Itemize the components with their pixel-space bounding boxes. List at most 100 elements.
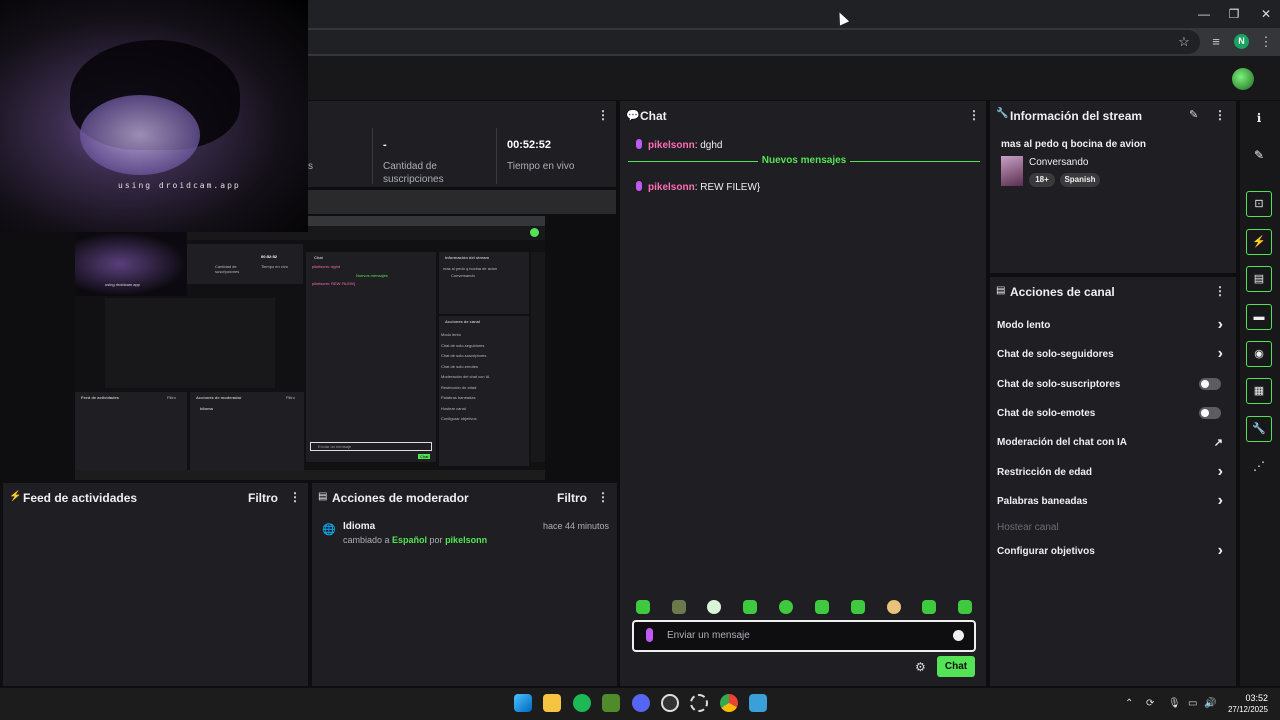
lightning-icon[interactable]: ⚡ bbox=[1246, 229, 1272, 255]
channel-action-label: Modo lento bbox=[997, 320, 1051, 331]
category-boxart[interactable] bbox=[1001, 156, 1023, 186]
browser-menu-icon[interactable]: ⋮ bbox=[1258, 34, 1274, 50]
profile-avatar[interactable]: N bbox=[1234, 34, 1249, 49]
chat-username[interactable]: pikelsonn bbox=[648, 182, 695, 193]
channel-action-row[interactable]: Chat de solo-suscriptores bbox=[997, 377, 1229, 395]
chat-settings-icon[interactable]: ⚙ bbox=[915, 660, 926, 674]
pencil-icon[interactable]: ✎ bbox=[1246, 142, 1272, 168]
chat-icon[interactable]: ▬ bbox=[1246, 304, 1272, 330]
toggle-switch[interactable] bbox=[1199, 407, 1221, 419]
info-icon[interactable]: ℹ bbox=[1246, 105, 1272, 131]
chat-username[interactable]: pikelsonn bbox=[648, 140, 695, 151]
emote-icon[interactable] bbox=[636, 600, 650, 614]
chat-bubble-icon: 💬 bbox=[626, 110, 640, 122]
emote-icon[interactable] bbox=[672, 600, 686, 614]
channel-action-row[interactable]: Modo lento › bbox=[997, 316, 1229, 336]
chevron-right-icon[interactable]: › bbox=[1218, 463, 1223, 481]
obs-icon[interactable] bbox=[690, 694, 708, 712]
activity-filter-button[interactable]: Filtro bbox=[248, 491, 278, 505]
external-link-icon[interactable]: ↗ bbox=[1214, 436, 1223, 449]
media-control-icon[interactable]: ≡ bbox=[1208, 34, 1224, 50]
activity-feed-panel bbox=[3, 483, 308, 686]
app-icon[interactable] bbox=[661, 694, 679, 712]
emoji-picker-icon[interactable] bbox=[953, 630, 964, 641]
chat-input-placeholder[interactable]: Enviar un mensaje bbox=[667, 630, 750, 641]
new-messages-line-left bbox=[628, 161, 758, 162]
chevron-right-icon[interactable]: › bbox=[1218, 492, 1223, 510]
channel-action-row[interactable]: Palabras baneadas › bbox=[997, 492, 1229, 512]
channel-action-row[interactable]: Moderación del chat con IA ↗ bbox=[997, 435, 1229, 453]
file-explorer-icon[interactable] bbox=[543, 694, 561, 712]
mic-badge-icon bbox=[636, 180, 642, 191]
mini-actions: Acciones de canal Modo lento Chat de solo… bbox=[439, 316, 529, 466]
mod-more-icon[interactable]: ⋮ bbox=[597, 490, 609, 504]
emote-icon[interactable] bbox=[743, 600, 757, 614]
channel-action-row[interactable]: Chat de solo-emotes bbox=[997, 406, 1229, 424]
channel-action-row[interactable]: Configurar objetivos › bbox=[997, 542, 1229, 562]
bolt-icon: ⚡ bbox=[9, 491, 22, 502]
stat-label-fragment: s bbox=[308, 161, 313, 172]
chat-text: : REW FILEW} bbox=[694, 182, 761, 193]
windows-start-icon[interactable] bbox=[514, 694, 532, 712]
restore-button[interactable]: ❐ bbox=[1226, 6, 1242, 22]
minecraft-icon[interactable] bbox=[602, 694, 620, 712]
send-chat-button[interactable]: Chat bbox=[937, 656, 975, 677]
mod-entry-detail: cambiado a Español por pikelsonn bbox=[343, 535, 487, 545]
mod-filter-button[interactable]: Filtro bbox=[557, 491, 587, 505]
tag-chip[interactable]: 18+ bbox=[1029, 173, 1055, 187]
emote-icon[interactable] bbox=[922, 600, 936, 614]
close-window-button[interactable]: ✕ bbox=[1258, 6, 1274, 22]
emote-icon[interactable] bbox=[779, 600, 793, 614]
channel-action-label: Hostear canal bbox=[997, 522, 1059, 533]
mod-entry-prefix: cambiado a bbox=[343, 535, 393, 545]
channel-actions-more-icon[interactable]: ⋮ bbox=[1214, 284, 1226, 298]
wrench-icon[interactable]: 🔧 bbox=[1246, 416, 1272, 442]
layout-icon[interactable]: ▦ bbox=[1246, 378, 1272, 404]
minimize-button[interactable]: — bbox=[1196, 6, 1212, 22]
discord-icon[interactable] bbox=[632, 694, 650, 712]
emote-icon[interactable] bbox=[851, 600, 865, 614]
chrome-icon[interactable] bbox=[720, 694, 738, 712]
chat-more-icon[interactable]: ⋮ bbox=[968, 108, 980, 122]
notes-icon[interactable]: ▤ bbox=[1246, 266, 1272, 292]
mod-entry-language: Español bbox=[392, 535, 428, 545]
chevron-right-icon[interactable]: › bbox=[1218, 542, 1223, 560]
channel-actions-title: Acciones de canal bbox=[1010, 285, 1115, 299]
mini-action-item: Restricción de edad bbox=[441, 384, 477, 390]
category-name[interactable]: Conversando bbox=[1029, 157, 1088, 168]
chevron-right-icon[interactable]: › bbox=[1218, 316, 1223, 334]
network-icon[interactable]: ▭ bbox=[1188, 698, 1197, 709]
emote-icon[interactable] bbox=[887, 600, 901, 614]
add-action-icon[interactable]: ⋰ bbox=[1246, 453, 1272, 479]
taskbar-date[interactable]: 27/12/2025 bbox=[1222, 705, 1268, 714]
chevron-right-icon[interactable]: › bbox=[1218, 345, 1223, 363]
bookmark-star-icon[interactable]: ☆ bbox=[1176, 34, 1192, 50]
emote-icon[interactable] bbox=[815, 600, 829, 614]
tag-chip[interactable]: Spanish bbox=[1060, 173, 1100, 187]
channel-action-row[interactable]: Chat de solo-seguidores › bbox=[997, 345, 1229, 365]
channel-action-row[interactable]: Restricción de edad › bbox=[997, 463, 1229, 483]
spotify-icon[interactable] bbox=[573, 694, 591, 712]
clip-icon[interactable]: ⊡ bbox=[1246, 191, 1272, 217]
mini-info: Información del stream mas al pedo q boc… bbox=[439, 252, 529, 314]
edit-pencil-icon[interactable]: ✎ bbox=[1189, 108, 1198, 121]
emote-icon[interactable] bbox=[958, 600, 972, 614]
user-avatar[interactable] bbox=[1232, 68, 1254, 90]
channel-action-label: Configurar objetivos bbox=[997, 546, 1095, 557]
mic-badge-icon bbox=[636, 138, 642, 149]
tray-chevron-icon[interactable]: ⌃ bbox=[1125, 698, 1133, 709]
emote-icon[interactable] bbox=[707, 600, 721, 614]
sync-icon[interactable]: ⟳ bbox=[1146, 698, 1154, 709]
toggle-switch[interactable] bbox=[1199, 378, 1221, 390]
microphone-icon[interactable]: 🎙 bbox=[1168, 698, 1181, 709]
broadcast-icon[interactable]: ◉ bbox=[1246, 341, 1272, 367]
taskbar-time[interactable]: 03:52 bbox=[1236, 693, 1268, 703]
mod-entry-user[interactable]: pikelsonn bbox=[445, 535, 487, 545]
activity-more-icon[interactable]: ⋮ bbox=[289, 490, 301, 504]
stats-more-icon[interactable]: ⋮ bbox=[597, 108, 609, 122]
stream-info-more-icon[interactable]: ⋮ bbox=[1214, 108, 1226, 122]
chat-message: pikelsonn: REW FILEW} bbox=[636, 177, 760, 195]
volume-icon[interactable]: 🔊 bbox=[1204, 698, 1216, 709]
app-icon[interactable] bbox=[749, 694, 767, 712]
channel-action-label: Chat de solo-suscriptores bbox=[997, 379, 1121, 390]
